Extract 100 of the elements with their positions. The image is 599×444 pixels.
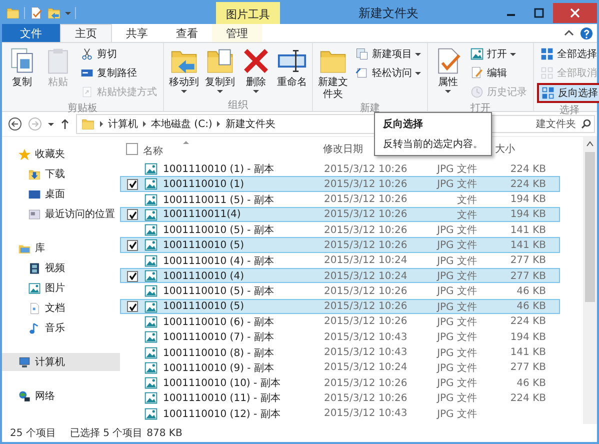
sidebar-item[interactable]: 最近访问的位置 — [2, 205, 120, 223]
column-header[interactable]: 名称 — [143, 144, 320, 158]
ribbon-button[interactable]: 新建文件夹 — [316, 45, 350, 101]
file-row[interactable]: 1001110010 (12) - 副本 2015/3/12 10:43 JPG 文件 — [120, 406, 560, 422]
ribbon-tab[interactable]: 主页 — [60, 24, 112, 42]
image-icon — [470, 47, 484, 61]
file-name: 1001110010 (5) — [163, 240, 245, 251]
selection-count: 已选择 5 个项目 — [70, 426, 143, 440]
ribbon-button[interactable]: 全部选择 — [537, 45, 599, 63]
select-none-icon — [540, 66, 554, 80]
file-row[interactable]: 1001110010 (9) - 副本 2015/3/12 10:24 JPG 文件 277 KB — [120, 360, 560, 376]
collapse-ribbon-icon[interactable] — [564, 28, 574, 38]
sidebar-item[interactable]: 库 — [2, 239, 120, 257]
checkbox[interactable] — [127, 301, 138, 312]
file-type: JPG 文件 — [436, 238, 477, 252]
file-type: 文件 — [456, 208, 477, 222]
sidebar-item[interactable]: 下载 — [2, 165, 120, 183]
file-row[interactable]: 1001110010 (5) 2015/3/12 10:26 JPG 文件 141 KB — [120, 237, 560, 253]
selection-size: 878 KB — [146, 428, 182, 438]
ribbon-button[interactable]: 复制 — [5, 45, 39, 90]
dropdown-icon[interactable] — [65, 12, 71, 14]
file-row[interactable]: 1001110010 (5) - 副本 2015/3/12 10:26 JPG 文件 46 KB — [120, 283, 560, 299]
ribbon-button[interactable]: 新建项目 — [352, 45, 424, 63]
recent-places-icon — [28, 208, 41, 220]
ribbon-button[interactable]: 编辑 — [467, 64, 530, 82]
sidebar-item[interactable]: 视频 — [2, 259, 120, 277]
select-all-checkbox[interactable] — [126, 143, 138, 155]
file-row[interactable]: 1001110011 (5) - 副本 2015/3/12 10:26 文件 194 KB — [120, 192, 560, 207]
file-row[interactable]: 1001110010 (1) 2015/3/12 10:26 JPG 文件 224 KB — [120, 176, 560, 192]
image-file-icon — [144, 391, 158, 406]
file-row[interactable]: 1001110010 (6) - 副本 2015/3/12 10:26 JPG 文件 224 KB — [120, 314, 560, 330]
group-label: 选择 — [558, 104, 580, 116]
group-label: 组织 — [227, 99, 249, 111]
file-name: 1001110010 (8) - 副本 — [163, 346, 275, 360]
ribbon-tab[interactable]: 管理 — [212, 24, 262, 42]
sidebar-item[interactable]: 网络 — [2, 387, 120, 405]
file-type: JPG 文件 — [436, 178, 477, 192]
ribbon-button[interactable]: 复制到 — [203, 45, 237, 94]
file-size: 141 KB — [509, 240, 546, 251]
file-row[interactable]: 1001110010 (5) 2015/3/12 10:26 JPG 文件 46 KB — [120, 298, 560, 314]
file-row[interactable]: 1001110010 (4) - 副本 2015/3/12 10:24 JPG 文件 277 KB — [120, 252, 560, 268]
computer-icon — [18, 356, 31, 368]
modified-date: 2015/3/12 10:26 — [324, 392, 408, 404]
breadcrumb[interactable]: 计算机 — [108, 117, 138, 131]
file-size: 277 KB — [509, 255, 546, 266]
file-row[interactable]: 1001110010 (5) - 副本 2015/3/12 10:26 JPG 文件 141 KB — [120, 222, 560, 238]
back-button[interactable] — [8, 117, 22, 131]
file-type: JPG 文件 — [436, 270, 477, 284]
ribbon-button[interactable]: 打开 — [467, 45, 530, 63]
ribbon-button[interactable]: 属性 — [431, 45, 465, 94]
modified-date: 2015/3/12 10:24 — [324, 362, 408, 374]
ribbon-button[interactable]: 复制路径 — [77, 64, 160, 82]
star-icon — [18, 148, 31, 160]
ribbon-button[interactable]: 反向选择 — [537, 83, 599, 103]
checkbox[interactable] — [127, 270, 138, 282]
file-type: JPG 文件 — [436, 254, 477, 268]
checkbox[interactable] — [127, 178, 138, 190]
file-type: JPG 文件 — [436, 162, 477, 176]
modified-date: 2015/3/12 10:24 — [324, 270, 408, 282]
network-icon — [18, 390, 31, 402]
sidebar-item[interactable]: 计算机 — [2, 353, 120, 371]
sidebar-item[interactable]: 桌面 — [2, 185, 120, 203]
sidebar-item[interactable]: 图片 — [2, 279, 120, 297]
file-size: 224 KB — [509, 178, 546, 190]
scrollbar[interactable] — [583, 137, 597, 424]
ribbon-tab[interactable]: 文件 — [2, 24, 60, 42]
ribbon-button[interactable]: 轻松访问 — [352, 64, 424, 82]
modified-date: 2015/3/12 10:26 — [324, 316, 408, 328]
ribbon-tab[interactable]: 共享 — [112, 24, 162, 42]
modified-date: 2015/3/12 10:43 — [324, 408, 408, 420]
breadcrumb[interactable]: 本地磁盘 (C:) — [151, 117, 212, 131]
file-row[interactable]: 1001110010 (4) 2015/3/12 10:24 JPG 文件 277 KB — [120, 268, 560, 284]
sidebar-item[interactable]: 文档 — [2, 299, 120, 317]
ribbon-button[interactable]: 剪切 — [77, 45, 160, 63]
ribbon-tab[interactable]: 查看 — [162, 24, 212, 42]
modified-date: 2015/3/12 10:43 — [324, 347, 408, 358]
file-row[interactable]: 1001110010 (10) - 副本 2015/3/12 10:26 JPG 文件 46 KB — [120, 375, 560, 390]
sidebar-item[interactable]: 音乐 — [2, 319, 120, 337]
close-button[interactable] — [553, 3, 597, 23]
scroll-up-icon[interactable] — [586, 140, 594, 148]
ribbon-button[interactable]: 删除 — [239, 45, 273, 94]
item-count: 25 个项目 — [10, 427, 56, 440]
up-button[interactable] — [60, 118, 70, 130]
help-icon[interactable] — [580, 26, 593, 40]
file-row[interactable]: 1001110010 (1) - 副本 2015/3/12 10:26 JPG 文件 224 KB — [120, 161, 560, 176]
file-size: 277 KB — [509, 270, 546, 282]
file-size: 141 KB — [509, 347, 546, 358]
history-dropdown-icon[interactable] — [48, 122, 54, 126]
modified-date: 2015/3/12 10:24 — [324, 255, 408, 266]
ribbon-button[interactable]: 重命名 — [275, 45, 309, 90]
sidebar-item[interactable]: 收藏夹 — [2, 145, 120, 163]
image-file-icon — [144, 238, 158, 252]
breadcrumb[interactable]: 新建文件夹 — [225, 117, 276, 131]
checkbox[interactable] — [127, 240, 138, 251]
ribbon-button[interactable]: 移动到 — [167, 45, 201, 94]
file-row[interactable]: 1001110010 (11) - 副本 2015/3/12 10:26 JPG 文件 224 KB — [120, 390, 560, 406]
checkbox[interactable] — [127, 209, 138, 220]
file-row[interactable]: 1001110011(4) 2015/3/12 10:26 文件 194 KB — [120, 206, 560, 222]
file-row[interactable]: 1001110010 (8) - 副本 2015/3/12 10:43 JPG 文件 141 KB — [120, 344, 560, 360]
file-row[interactable]: 1001110010 (7) - 副本 2015/3/12 10:43 JPG 文件 194 KB — [120, 329, 560, 345]
